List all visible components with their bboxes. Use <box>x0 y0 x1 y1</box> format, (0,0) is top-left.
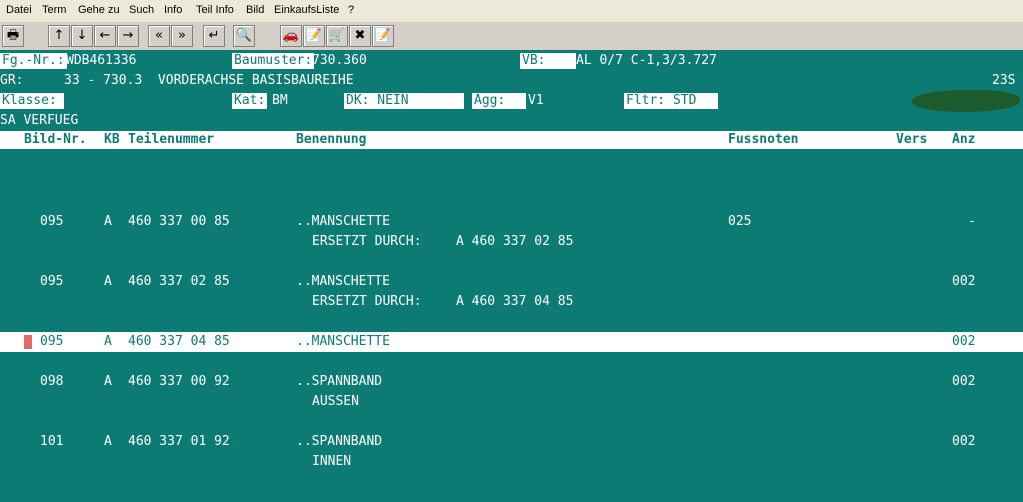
sa-line: SA VERFUEG <box>0 113 79 128</box>
printer-icon[interactable]: 🖶 <box>2 25 24 47</box>
cell-teil: 460 337 00 85 <box>128 214 230 229</box>
cell-benennung: ..MANSCHETTE <box>296 214 390 229</box>
row-cursor <box>24 335 32 349</box>
cell-kb: A <box>104 374 112 389</box>
arrow-down-icon[interactable]: ↓ <box>71 25 93 47</box>
cell-sub2: A 460 337 04 85 <box>456 294 574 309</box>
col-anz: Anz <box>952 132 976 147</box>
cell-bild: 095 <box>40 274 64 289</box>
car-note-icon[interactable]: 📝 <box>303 25 325 47</box>
menu-einkaufsliste[interactable]: EinkaufsListe <box>274 4 339 16</box>
cell-sub1: INNEN <box>312 454 352 469</box>
menu-bild[interactable]: Bild <box>246 4 264 16</box>
cart-remove-icon[interactable]: ✖ <box>349 25 371 47</box>
baumuster-value[interactable]: 730.360 <box>312 53 367 69</box>
cell-benennung: ..SPANNBAND <box>296 434 383 449</box>
cell-anz: - <box>968 214 976 229</box>
fg-value[interactable]: WDB461336 <box>66 53 136 69</box>
cell-benennung: ..MANSCHETTE <box>296 334 390 349</box>
agg-value[interactable]: V1 <box>528 93 544 109</box>
cell-teil: 460 337 04 85 <box>128 334 230 349</box>
baumuster-label: Baumuster: <box>232 53 315 69</box>
table-row-sub: ERSETZT DURCH: A 460 337 02 85 <box>0 232 1023 252</box>
col-teil: Teilenummer <box>128 132 215 147</box>
cell-anz: 002 <box>952 374 976 389</box>
fltr-field[interactable]: Fltr: STD <box>624 93 718 109</box>
arrow-left-icon[interactable]: ← <box>94 25 116 47</box>
cell-teil: 460 337 01 92 <box>128 434 230 449</box>
column-header: Bild-Nr. KB Teilenummer Benennung Fussno… <box>0 131 1023 149</box>
cell-bild: 095 <box>40 214 64 229</box>
gr-label: GR: <box>0 73 24 88</box>
table-row-sub: INNEN <box>0 452 1023 472</box>
code-right: 23S <box>992 73 1016 88</box>
table-row-sub: ERSETZT DURCH: A 460 337 04 85 <box>0 292 1023 312</box>
cell-kb: A <box>104 274 112 289</box>
menu-bar: Datei Term Gehe zu Such Info Teil Info B… <box>0 0 1023 23</box>
gr-value: 33 - 730.3 VORDERACHSE BASISBAUREIHE <box>64 73 354 88</box>
cell-teil: 460 337 02 85 <box>128 274 230 289</box>
arrow-right-icon[interactable]: → <box>117 25 139 47</box>
col-vers: Vers <box>896 132 928 147</box>
table-row-sub: AUSSEN <box>0 392 1023 412</box>
menu-info[interactable]: Info <box>164 4 182 16</box>
dk-field[interactable]: DK: NEIN <box>344 93 464 109</box>
menu-teil-info[interactable]: Teil Info <box>196 4 234 16</box>
cell-sub1: AUSSEN <box>312 394 359 409</box>
menu-gehe-zu[interactable]: Gehe zu <box>78 4 120 16</box>
kat-label: Kat: <box>232 93 268 109</box>
search-icon[interactable]: 🔍 <box>233 25 255 47</box>
page-back-icon[interactable]: « <box>148 25 170 47</box>
terminal-screen: Fg.-Nr.: WDB461336 Baumuster: 730.360 VB… <box>0 50 1023 502</box>
col-benennung: Benennung <box>296 132 367 147</box>
toolbar: 🖶 ↑ ↓ ← → « » ↵ 🔍 🚗 📝 🛒 ✖ 📝 <box>0 22 1023 51</box>
agg-label: Agg: <box>472 93 526 109</box>
vb-label: VB: <box>520 53 576 69</box>
cell-teil: 460 337 00 92 <box>128 374 230 389</box>
arrow-up-icon[interactable]: ↑ <box>48 25 70 47</box>
cell-benennung: ..MANSCHETTE <box>296 274 390 289</box>
cell-sub1: ERSETZT DURCH: <box>312 234 422 249</box>
enter-icon[interactable]: ↵ <box>203 25 225 47</box>
kat-value[interactable]: BM <box>272 93 288 109</box>
page-forward-icon[interactable]: » <box>171 25 193 47</box>
cell-kb: A <box>104 214 112 229</box>
menu-help[interactable]: ? <box>348 4 354 16</box>
vb-value[interactable]: AL 0/7 C-1,3/3.727 <box>576 53 717 69</box>
table-row[interactable]: 101 A 460 337 01 92 ..SPANNBAND 002 <box>0 432 1023 452</box>
cell-anz: 002 <box>952 434 976 449</box>
fg-label: Fg.-Nr.: <box>0 53 67 69</box>
cell-anz: 002 <box>952 334 976 349</box>
cart-icon[interactable]: 🛒 <box>326 25 348 47</box>
col-bild: Bild-Nr. <box>24 132 87 147</box>
cell-sub2: A 460 337 02 85 <box>456 234 574 249</box>
table-row-selected[interactable]: 095 A 460 337 04 85 ..MANSCHETTE 002 <box>0 332 1023 352</box>
cell-bild: 095 <box>40 334 64 349</box>
cell-fussnoten: 025 <box>728 214 752 229</box>
cell-kb: A <box>104 434 112 449</box>
cell-benennung: ..SPANNBAND <box>296 374 383 389</box>
table-row[interactable]: 095 A 460 337 02 85 ..MANSCHETTE 002 <box>0 272 1023 292</box>
redaction-mark <box>912 90 1020 112</box>
menu-datei[interactable]: Datei <box>6 4 32 16</box>
cell-sub1: ERSETZT DURCH: <box>312 294 422 309</box>
table-row[interactable]: 098 A 460 337 00 92 ..SPANNBAND 002 <box>0 372 1023 392</box>
cell-anz: 002 <box>952 274 976 289</box>
cell-bild: 101 <box>40 434 64 449</box>
menu-term[interactable]: Term <box>42 4 66 16</box>
menu-such[interactable]: Such <box>129 4 154 16</box>
cell-bild: 098 <box>40 374 64 389</box>
col-fussnoten: Fussnoten <box>728 132 799 147</box>
cell-kb: A <box>104 334 112 349</box>
col-kb: KB <box>104 132 120 147</box>
table-row[interactable]: 095 A 460 337 00 85 ..MANSCHETTE 025 - <box>0 212 1023 232</box>
klasse-label: Klasse: <box>0 93 64 109</box>
cart-note-icon[interactable]: 📝 <box>372 25 394 47</box>
car-icon[interactable]: 🚗 <box>280 25 302 47</box>
